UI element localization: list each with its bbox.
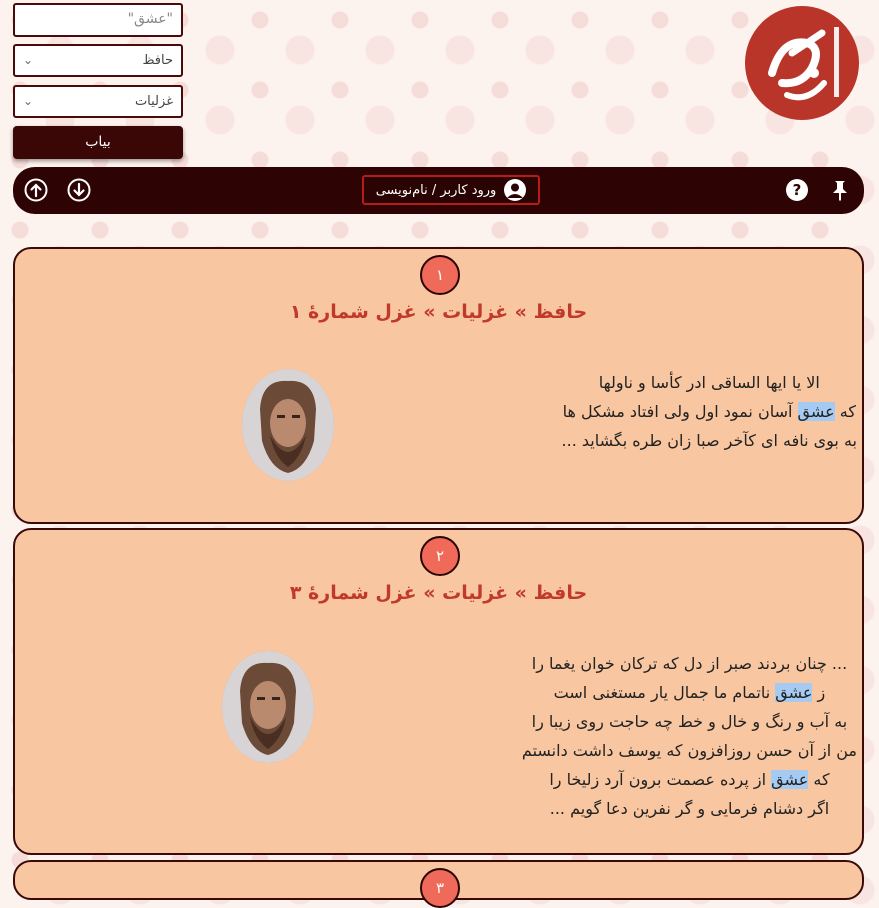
find-button[interactable]: بیاب <box>13 126 183 159</box>
poet-select[interactable]: حافظ ⌄ <box>13 44 183 77</box>
search-input[interactable]: "عشق" <box>13 3 183 37</box>
poet-portrait[interactable] <box>242 369 334 481</box>
user-icon <box>504 179 527 201</box>
help-icon[interactable]: ? <box>785 178 809 202</box>
category-select-value: غزلیات <box>134 94 173 109</box>
result-title-link[interactable]: حافظ » غزلیات » غزل شمارهٔ ۳ <box>15 582 862 604</box>
verse-line: الا یا ایها الساقی ادر کأسا و ناولها <box>598 373 820 392</box>
scroll-up-icon[interactable] <box>24 178 48 202</box>
chevron-down-icon: ⌄ <box>23 94 34 108</box>
verses: الا یا ایها الساقی ادر کأسا و ناولها که … <box>562 368 857 455</box>
result-card: ۳ <box>13 860 864 908</box>
verses: ... چنان بردند صبر از دل که ترکان خوان ی… <box>522 649 857 823</box>
result-title-link[interactable]: حافظ » غزلیات » غزل شمارهٔ ۱ <box>15 301 862 323</box>
verse-line: ... چنان بردند صبر از دل که ترکان خوان ی… <box>531 654 848 673</box>
svg-text:?: ? <box>793 181 802 199</box>
search-highlight: عشق <box>771 770 809 789</box>
result-card: ۲ حافظ » غزلیات » غزل شمارهٔ ۳ ... چنان … <box>13 528 864 855</box>
verse-line: ز عشق ناتمام ما جمال یار مستغنی است <box>553 683 826 702</box>
result-number-badge: ۳ <box>420 868 460 908</box>
result-card: ۱ حافظ » غزلیات » غزل شمارهٔ ۱ الا یا ای… <box>13 247 864 524</box>
verse-line: به آب و رنگ و خال و خط چه حاجت روی زیبا … <box>531 712 848 731</box>
search-highlight: عشق <box>775 683 813 702</box>
pin-icon[interactable] <box>828 178 852 202</box>
scroll-down-icon[interactable] <box>67 178 91 202</box>
login-register-label: ورود کاربر / نام‌نویسی <box>375 182 497 198</box>
verse-line: من از آن حسن روزافزون که یوسف داشت دانست… <box>521 741 857 760</box>
logo-emblem <box>768 27 839 101</box>
poet-select-value: حافظ <box>142 53 173 68</box>
chevron-down-icon: ⌄ <box>23 53 34 67</box>
search-highlight: عشق <box>797 402 835 421</box>
verse-line: به بوی نافه ای کآخر صبا زان طره بگشاید .… <box>561 431 857 450</box>
verse-line: اگر دشنام فرمایی و گر نفرین دعا گویم ... <box>549 799 830 818</box>
verse-line: که عشق از پرده عصمت برون آرد زلیخا را <box>549 770 830 789</box>
login-register-button[interactable]: ورود کاربر / نام‌نویسی <box>362 175 540 205</box>
result-number-badge: ۲ <box>420 536 460 576</box>
ganjoor-logo[interactable] <box>745 6 859 120</box>
poet-portrait[interactable] <box>222 651 314 763</box>
category-select[interactable]: غزلیات ⌄ <box>13 85 183 118</box>
verse-line: که عشق آسان نمود اول ولی افتاد مشکل ها <box>562 402 856 421</box>
result-number-badge: ۱ <box>420 255 460 295</box>
toolbar: ? ورود کاربر / نام‌نویسی <box>13 167 864 214</box>
